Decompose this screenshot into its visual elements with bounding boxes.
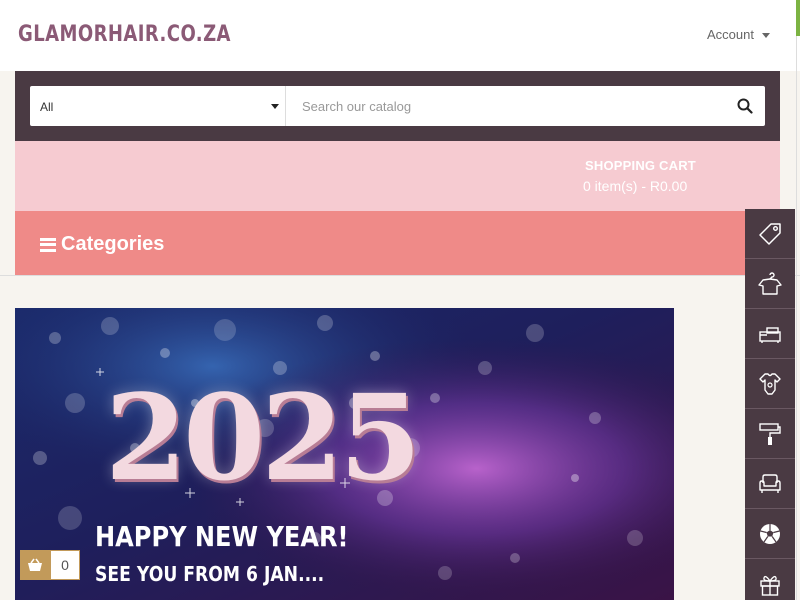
side-nav-item-tags[interactable]: [745, 209, 795, 259]
side-nav-item-sports[interactable]: [745, 509, 795, 559]
categories-bar: Categories: [15, 211, 780, 275]
scrollbar-thumb[interactable]: [796, 0, 800, 36]
side-nav-item-furniture[interactable]: [745, 309, 795, 359]
furniture-icon: [759, 326, 781, 343]
floating-cart-button[interactable]: 0: [20, 550, 80, 580]
side-nav-item-home[interactable]: [745, 459, 795, 509]
search-bar: All: [30, 86, 765, 126]
floating-cart-count: 0: [50, 550, 80, 580]
menu-icon: [40, 237, 56, 252]
soccer-ball-icon: [760, 523, 780, 544]
side-nav-item-diy[interactable]: [745, 409, 795, 459]
dropdown-arrow-icon: [271, 104, 279, 109]
account-label: Account: [707, 27, 754, 42]
divider: [0, 275, 800, 276]
shopping-cart-title[interactable]: SHOPPING CART: [585, 158, 696, 173]
banner-headline: HAPPY NEW YEAR!: [95, 520, 349, 553]
tag-icon: [759, 222, 781, 245]
search-section: All: [15, 71, 780, 141]
paint-roller-icon: [759, 422, 781, 445]
basket-icon: [20, 550, 50, 580]
side-nav-item-baby[interactable]: [745, 359, 795, 409]
side-nav-item-gifts[interactable]: [745, 559, 795, 600]
baby-onesie-icon: [759, 372, 781, 395]
search-input[interactable]: [286, 86, 725, 126]
shirt-hanger-icon: [758, 271, 782, 295]
account-menu[interactable]: Account: [707, 27, 770, 42]
cart-section: SHOPPING CART 0 item(s) - R0.00: [15, 141, 780, 211]
gift-icon: [760, 575, 780, 596]
categories-label: Categories: [61, 233, 165, 255]
category-select-value: All: [40, 100, 54, 114]
hero-banner[interactable]: 2025 HAPPY NEW YEAR! SEE YOU FROM 6 JAN.…: [15, 308, 674, 600]
categories-toggle[interactable]: Categories: [40, 233, 164, 256]
chevron-down-icon: [761, 33, 770, 38]
search-icon: [737, 98, 753, 114]
cart-summary[interactable]: 0 item(s) - R0.00: [583, 178, 687, 194]
search-button[interactable]: [725, 86, 765, 126]
top-header: GLAMORHAIR.CO.ZA Account: [0, 0, 800, 71]
side-nav-item-clothing[interactable]: [745, 259, 795, 309]
category-select[interactable]: All: [30, 86, 286, 126]
armchair-icon: [759, 473, 781, 493]
scrollbar-track: [796, 36, 797, 600]
banner-year-text: 2025: [105, 368, 421, 507]
site-logo[interactable]: GLAMORHAIR.CO.ZA: [18, 22, 231, 47]
banner-subline: SEE YOU FROM 6 JAN....: [95, 562, 325, 586]
side-category-nav: [745, 209, 795, 600]
